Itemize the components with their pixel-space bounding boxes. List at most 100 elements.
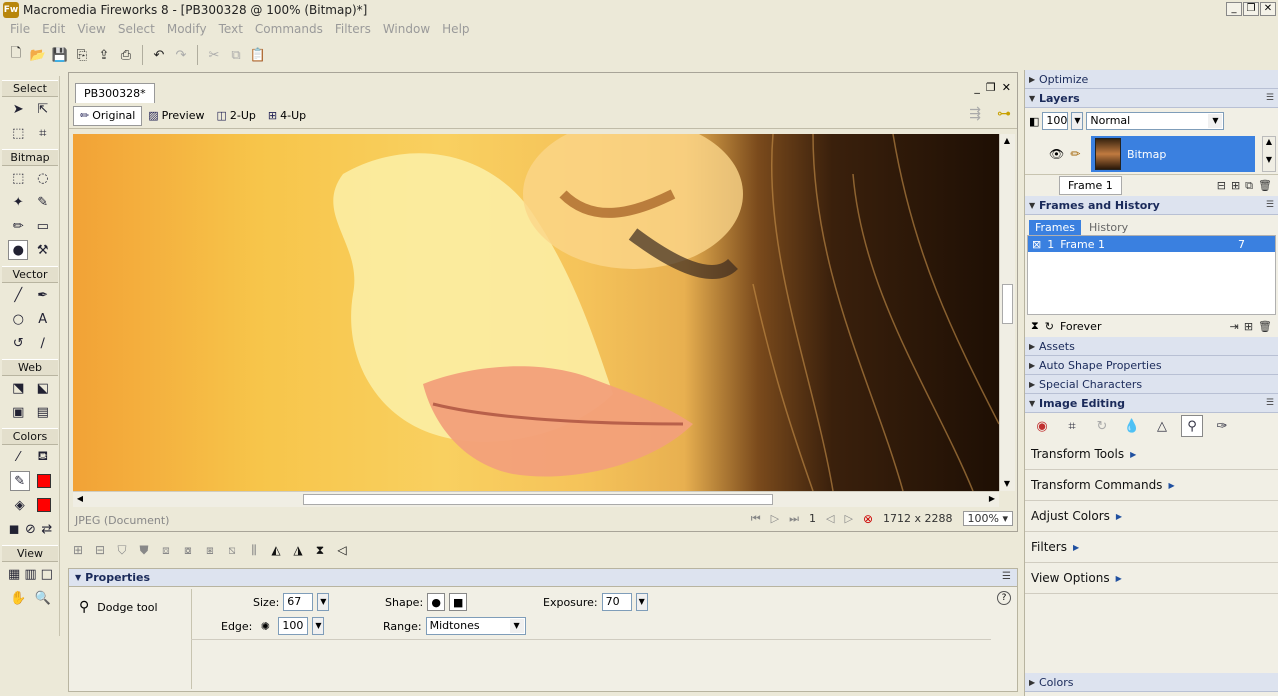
dodge-tool-icon[interactable]: ● bbox=[8, 240, 29, 260]
send-backward-icon[interactable]: ⧆ bbox=[200, 540, 220, 560]
new-frame-icon[interactable]: ⊞ bbox=[1244, 320, 1253, 333]
frame-number[interactable]: 1 bbox=[809, 512, 816, 525]
cut-icon[interactable]: ✂ bbox=[204, 45, 224, 65]
crop-icon[interactable]: ⌗ bbox=[1061, 415, 1083, 437]
tab-original[interactable]: ✏ Original bbox=[73, 105, 143, 126]
menu-text[interactable]: Text bbox=[213, 22, 249, 36]
eyedropper-icon[interactable]: ⁄ bbox=[8, 447, 28, 467]
scroll-down-arrow[interactable]: ▼ bbox=[1000, 477, 1014, 491]
panel-special-characters[interactable]: ▶ Special Characters bbox=[1025, 375, 1278, 394]
adjust-colors-section[interactable]: Adjust Colors ▶ bbox=[1025, 501, 1278, 532]
panel-options-icon[interactable]: ☰ bbox=[1002, 571, 1011, 582]
swap-colors-icon[interactable]: ⇄ bbox=[39, 519, 55, 539]
stroke-color-swatch[interactable] bbox=[37, 474, 52, 488]
burn-icon[interactable]: ✑ bbox=[1211, 415, 1233, 437]
new-bitmap-icon[interactable]: ⊞ bbox=[1231, 179, 1240, 193]
horizontal-scroll-thumb[interactable] bbox=[303, 494, 773, 505]
fill-color-swatch[interactable] bbox=[37, 498, 52, 512]
undo-icon[interactable]: ↶ bbox=[149, 45, 169, 65]
ungroup-icon[interactable]: ⊟ bbox=[90, 540, 110, 560]
document-tab[interactable]: PB300328* bbox=[75, 83, 155, 103]
blur-icon[interactable]: 💧 bbox=[1121, 415, 1143, 437]
minimize-button[interactable]: _ bbox=[1226, 2, 1242, 16]
eraser-tool-icon[interactable]: ▭ bbox=[33, 216, 53, 236]
freeform-tool-icon[interactable]: ↺ bbox=[8, 333, 28, 353]
ellipse-tool-icon[interactable]: ○ bbox=[8, 309, 28, 329]
new-sublayer-icon[interactable]: ⊟ bbox=[1217, 179, 1226, 193]
panel-frames-history[interactable]: ▼ Frames and History ☰ bbox=[1025, 196, 1278, 215]
tab-history[interactable]: History bbox=[1083, 220, 1134, 235]
red-eye-icon[interactable]: ◉ bbox=[1031, 415, 1053, 437]
line-tool-icon[interactable]: ╱ bbox=[8, 285, 28, 305]
align-icon[interactable]: ⫼ bbox=[244, 540, 264, 560]
tab-2up[interactable]: ◫ 2-Up bbox=[211, 106, 262, 126]
import-icon[interactable]: ⎘ bbox=[72, 45, 92, 65]
menu-help[interactable]: Help bbox=[436, 22, 475, 36]
opacity-slider-arrow[interactable]: ▼ bbox=[1071, 112, 1084, 130]
panel-options-icon[interactable]: ☰ bbox=[1266, 398, 1274, 408]
panel-colors[interactable]: ▶ Colors bbox=[1025, 673, 1278, 692]
prev-frame-icon[interactable]: ◁ bbox=[826, 512, 834, 525]
menu-edit[interactable]: Edit bbox=[36, 22, 71, 36]
eye-icon[interactable]: 👁 bbox=[1049, 147, 1064, 161]
lasso-tool-icon[interactable]: ◌ bbox=[33, 168, 53, 188]
export-icon[interactable]: ⇪ bbox=[94, 45, 114, 65]
send-back-icon[interactable]: ⧅ bbox=[222, 540, 242, 560]
loop-setting[interactable]: Forever bbox=[1060, 320, 1102, 333]
copy-icon[interactable]: ⧉ bbox=[226, 45, 246, 65]
marquee-tool-icon[interactable]: ⬚ bbox=[8, 168, 28, 188]
restore-button[interactable]: ❐ bbox=[1243, 2, 1259, 16]
next-frame-icon[interactable]: ▷ bbox=[844, 512, 852, 525]
layer-row[interactable]: 👁 ✏ Bitmap ▲ ▼ bbox=[1025, 134, 1278, 174]
trash-icon[interactable]: 🗑 bbox=[1258, 179, 1272, 193]
split-icon[interactable]: ⛊ bbox=[134, 540, 154, 560]
no-color-icon[interactable]: ⊘ bbox=[22, 519, 38, 539]
panel-options-icon[interactable]: ☰ bbox=[1266, 93, 1274, 103]
frame-row-delay[interactable]: 7 bbox=[1238, 238, 1245, 251]
rotate-cw-icon[interactable]: ◮ bbox=[288, 540, 308, 560]
help-icon[interactable]: ? bbox=[997, 591, 1011, 605]
scale-tool-icon[interactable]: ⬚ bbox=[8, 123, 28, 143]
menu-modify[interactable]: Modify bbox=[161, 22, 213, 36]
rubber-stamp-icon[interactable]: ⚒ bbox=[33, 240, 53, 260]
properties-header[interactable]: ▼ Properties ☰ bbox=[69, 569, 1017, 587]
edge-input[interactable]: 100 bbox=[278, 617, 309, 635]
standard-screen-icon[interactable]: ▦ bbox=[6, 564, 22, 584]
flip-vertical-icon[interactable]: ◁ bbox=[332, 540, 352, 560]
tab-preview[interactable]: ▨ Preview bbox=[142, 106, 210, 126]
show-slices-icon[interactable]: ▤ bbox=[33, 402, 53, 422]
panel-image-editing[interactable]: ▼ Image Editing ☰ bbox=[1025, 394, 1278, 413]
vertical-scroll-thumb[interactable] bbox=[1002, 284, 1013, 324]
subselect-tool-icon[interactable]: ⇱ bbox=[33, 99, 53, 119]
view-options-section[interactable]: View Options ▶ bbox=[1025, 563, 1278, 594]
menu-file[interactable]: File bbox=[4, 22, 36, 36]
panel-assets[interactable]: ▶ Assets bbox=[1025, 337, 1278, 356]
rotate-ccw-icon[interactable]: ◭ bbox=[266, 540, 286, 560]
print-icon[interactable]: ⎙ bbox=[116, 45, 136, 65]
transform-commands-section[interactable]: Transform Commands ▶ bbox=[1025, 470, 1278, 501]
doc-close-icon[interactable]: ✕ bbox=[1002, 81, 1011, 94]
zoom-tool-icon[interactable]: 🔍 bbox=[33, 588, 53, 608]
horizontal-scrollbar[interactable]: ◀ ▶ bbox=[73, 491, 999, 507]
fullscreen-menus-icon[interactable]: ▥ bbox=[22, 564, 38, 584]
bring-front-icon[interactable]: ⧈ bbox=[156, 540, 176, 560]
scroll-left-arrow[interactable]: ◀ bbox=[73, 492, 87, 506]
scroll-right-arrow[interactable]: ▶ bbox=[985, 492, 999, 506]
panel-layers[interactable]: ▼ Layers ☰ bbox=[1025, 89, 1278, 108]
default-colors-icon[interactable]: ◼ bbox=[6, 519, 22, 539]
first-frame-icon[interactable]: ⏮ bbox=[751, 512, 761, 526]
knife-tool-icon[interactable]: ∕ bbox=[33, 333, 53, 353]
frame-checkbox-icon[interactable]: ⊠ bbox=[1032, 238, 1041, 251]
layer-bitmap[interactable]: Bitmap bbox=[1091, 136, 1255, 172]
scroll-up-arrow[interactable]: ▲ bbox=[1000, 134, 1014, 148]
preview-in-browser-icon[interactable]: ⊶ bbox=[997, 106, 1011, 122]
menu-view[interactable]: View bbox=[71, 22, 111, 36]
size-input[interactable]: 67 bbox=[283, 593, 314, 611]
hand-tool-icon[interactable]: ✋ bbox=[8, 588, 28, 608]
pen-tool-icon[interactable]: ✒ bbox=[33, 285, 53, 305]
duplicate-layer-icon[interactable]: ⧉ bbox=[1245, 179, 1253, 193]
menu-window[interactable]: Window bbox=[377, 22, 436, 36]
blend-mode-select[interactable]: Normal ▼ bbox=[1086, 112, 1225, 130]
pointer-tool-icon[interactable]: ➤ bbox=[8, 99, 28, 119]
hide-slices-icon[interactable]: ▣ bbox=[8, 402, 28, 422]
